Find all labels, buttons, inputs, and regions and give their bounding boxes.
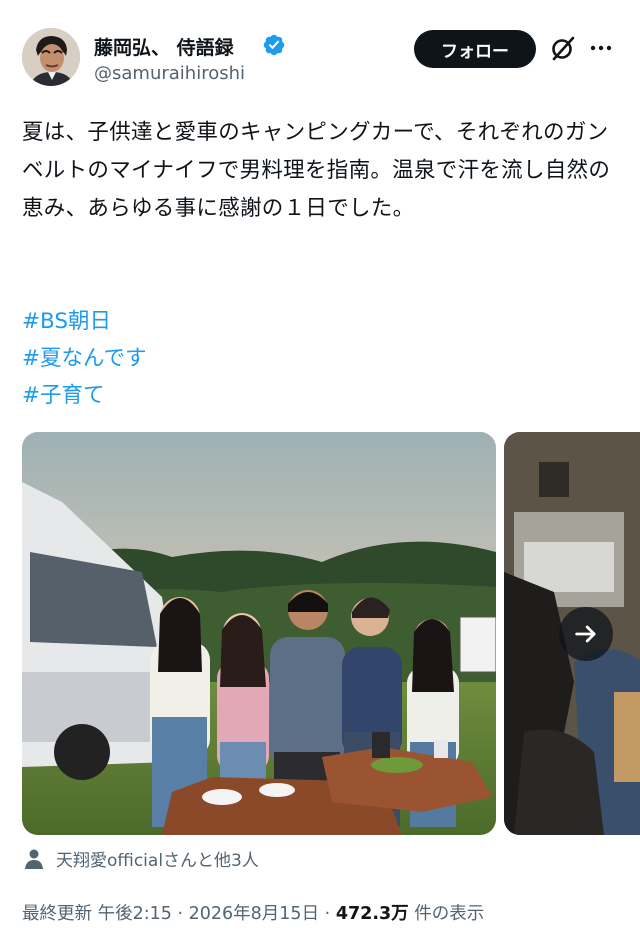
follow-button[interactable]: フォロー bbox=[414, 30, 536, 68]
author-name[interactable]: 藤岡弘、 侍語録 bbox=[94, 33, 234, 60]
meta-separator: · bbox=[324, 904, 331, 924]
person-icon bbox=[25, 849, 43, 869]
tagged-users[interactable]: 天翔愛officialさんと他3人 bbox=[22, 846, 259, 871]
hashtag-link[interactable]: #BS朝日 bbox=[22, 303, 146, 340]
meta-separator: · bbox=[177, 904, 184, 924]
next-arrow-icon bbox=[575, 625, 596, 643]
more-icon[interactable] bbox=[588, 36, 614, 60]
timestamp-date[interactable]: 2026年8月15日 bbox=[189, 904, 319, 924]
views-count: 472.3万 bbox=[335, 904, 409, 924]
author-handle[interactable]: @samuraihiroshi bbox=[94, 63, 245, 84]
hashtag-link[interactable]: #夏なんです bbox=[22, 340, 146, 377]
verified-badge-icon bbox=[263, 34, 285, 56]
views-label: 件の表示 bbox=[414, 904, 485, 924]
tagged-users-text: 天翔愛officialさんと他3人 bbox=[56, 851, 259, 871]
grok-icon[interactable] bbox=[549, 34, 577, 62]
tweet-header: 藤岡弘、 侍語録 @samuraihiroshi フォロー bbox=[0, 0, 640, 100]
hashtag-link[interactable]: #子育て bbox=[22, 377, 146, 414]
next-photo-button[interactable] bbox=[559, 607, 613, 661]
photo-main[interactable] bbox=[22, 432, 496, 835]
timestamp-time[interactable]: 午後2:15 bbox=[98, 904, 172, 924]
updated-label: 最終更新 bbox=[22, 904, 92, 924]
avatar[interactable] bbox=[22, 28, 80, 86]
tweet-meta: 最終更新 午後2:15 · 2026年8月15日 · 472.3万 件の表示 bbox=[22, 900, 484, 925]
tweet-text: 夏は、子供達と愛車のキャンピングカーで、それぞれのガンベルトのマイナイフで男料理… bbox=[22, 120, 611, 221]
hashtag-list: #BS朝日 #夏なんです #子育て bbox=[22, 303, 146, 414]
